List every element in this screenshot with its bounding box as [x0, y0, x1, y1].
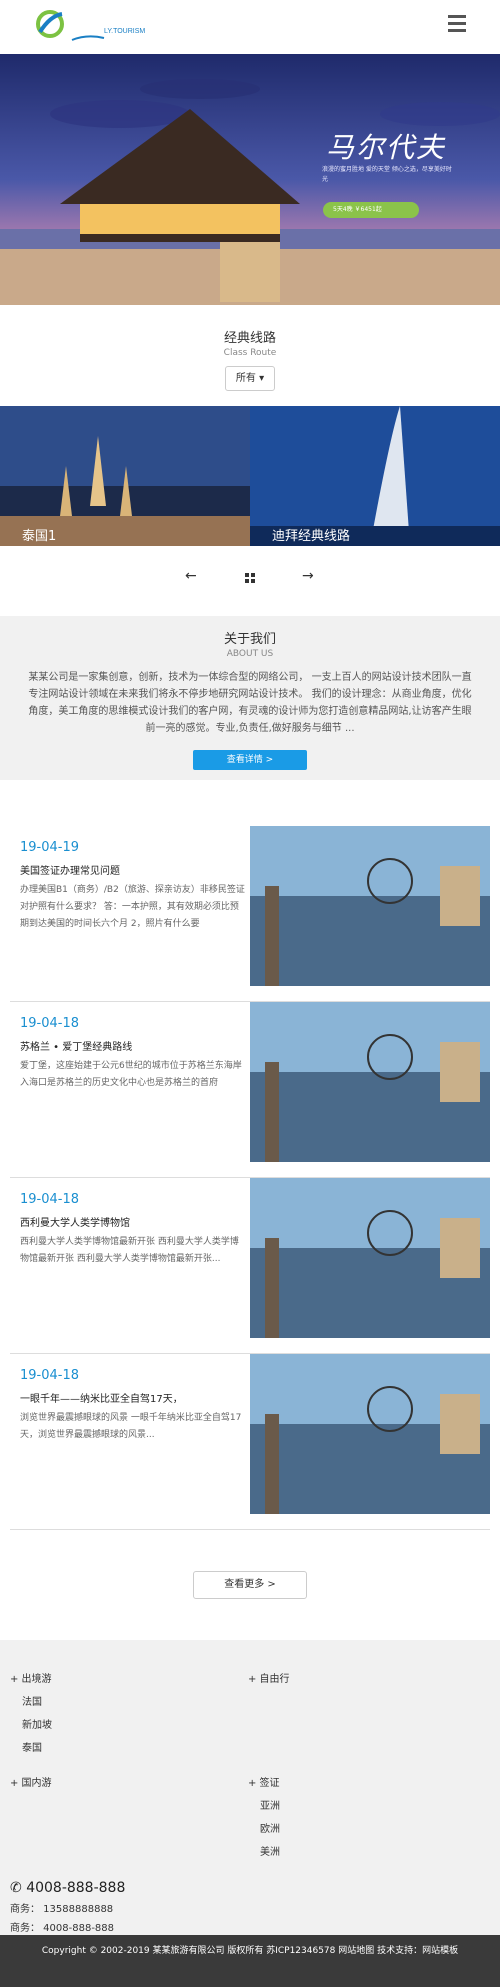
footer-head[interactable]: + 出境游: [10, 1670, 52, 1685]
site-header: LY.TOURISM: [0, 0, 500, 54]
news-desc: 浏览世界最震撼眼球的风景 一眼千年纳米比亚全自驾17天，浏览世界最震撼眼球的风景…: [20, 1413, 242, 1440]
grid-icon[interactable]: [245, 573, 255, 583]
news-item[interactable]: 19-04-19 美国签证办理常见问题 办理美国B1（商务）/B2（旅游、探亲访…: [10, 826, 490, 1002]
news-title[interactable]: 美国签证办理常见问题: [20, 862, 240, 877]
news-date: 19-04-18: [20, 1016, 80, 1031]
news-image[interactable]: [250, 1002, 490, 1162]
route-card-dubai[interactable]: 迪拜经典线路: [250, 406, 500, 546]
footer-link[interactable]: 法国: [10, 1693, 52, 1708]
footer-link[interactable]: 泰国: [10, 1739, 52, 1754]
about-text: 某某公司是一家集创意，创新，技术为一体综合型的网络公司， 一支上百人的网站设计技…: [28, 672, 472, 734]
tel-line: 商务： 4008-888-888: [10, 1923, 115, 1934]
mobile-line: 商务： 13588888888: [10, 1904, 114, 1915]
news-desc: 西利曼大学人类学博物馆最新开张 西利曼大学人类学博物馆最新开张 西利曼大学人类学…: [20, 1237, 239, 1264]
about-section: 关于我们 ABOUT US 某某公司是一家集创意，创新，技术为一体综合型的网络公…: [0, 616, 500, 780]
footer-col-visa: + 签证 亚洲 欧洲 美洲: [248, 1774, 280, 1866]
about-title: 关于我们: [223, 632, 276, 647]
footer-link[interactable]: 亚洲: [248, 1797, 280, 1812]
view-more-button[interactable]: 查看更多 >: [193, 1571, 307, 1599]
footer-col-outbound: + 出境游 法国 新加坡 泰国: [10, 1670, 52, 1762]
view-details-button[interactable]: 查看详情 >: [193, 750, 307, 770]
footer-link[interactable]: 美洲: [248, 1843, 280, 1858]
news-item[interactable]: 19-04-18 西利曼大学人类学博物馆 西利曼大学人类学博物馆最新开张 西利曼…: [10, 1178, 490, 1354]
footer-head[interactable]: + 签证: [248, 1774, 280, 1789]
footer-col-domestic: + 国内游: [10, 1774, 52, 1797]
footer-head[interactable]: + 自由行: [248, 1670, 290, 1685]
phone-number[interactable]: 4008-888-888: [26, 1880, 125, 1896]
logo-text: LY.TOURISM: [104, 28, 146, 35]
news-date: 19-04-18: [20, 1192, 80, 1207]
arrow-left-icon[interactable]: ←: [185, 568, 197, 584]
phone-icon: ✆: [10, 1880, 22, 1896]
news-image[interactable]: [250, 826, 490, 986]
hamburger-menu-icon[interactable]: [448, 15, 466, 35]
route-filter-dropdown[interactable]: 所有 ▾: [225, 366, 275, 391]
footer-head[interactable]: + 国内游: [10, 1774, 52, 1789]
news-desc: 办理美国B1（商务）/B2（旅游、探亲访友）非移民签证对护照有什么要求？ 答：一…: [20, 885, 245, 929]
logo[interactable]: LY.TOURISM: [32, 8, 145, 46]
news-image[interactable]: [250, 1354, 490, 1514]
about-subtitle: ABOUT US: [226, 649, 274, 659]
news-title[interactable]: 西利曼大学人类学博物馆: [20, 1214, 240, 1229]
route-card-label: 迪拜经典线路: [272, 529, 351, 544]
news-date: 19-04-19: [20, 840, 80, 855]
news-title[interactable]: 一眼千年——纳米比亚全自驾17天，: [20, 1390, 240, 1405]
footer-nav: + 出境游 法国 新加坡 泰国 + 自由行 + 国内游 + 签证 亚洲 欧洲 美…: [0, 1640, 500, 1935]
news-item[interactable]: 19-04-18 一眼千年——纳米比亚全自驾17天， 浏览世界最震撼眼球的风景 …: [10, 1354, 490, 1530]
footer-col-free: + 自由行: [248, 1670, 290, 1693]
route-title: 经典线路: [223, 331, 276, 346]
filter-label: 所有: [235, 373, 256, 384]
route-pager: ← →: [0, 568, 500, 588]
route-card-thailand[interactable]: 泰国1: [0, 406, 250, 546]
contact-info: ✆ 4008-888-888 商务： 13588888888 商务： 4008-…: [10, 1880, 125, 1934]
news-desc: 爱丁堡，这座始建于公元6世纪的城市位于苏格兰东海岸入海口是苏格兰的历史文化中心也…: [20, 1061, 242, 1088]
footer-link[interactable]: 新加坡: [10, 1716, 52, 1731]
copyright-bar: Copyright © 2002-2019 某某旅游有限公司 版权所有 苏ICP…: [0, 1935, 500, 1987]
caret-down-icon: ▾: [259, 373, 265, 384]
route-card-label: 泰国1: [22, 529, 57, 544]
hero-price-pill[interactable]: 5天4晚 ￥6451起: [323, 202, 419, 218]
hero-banner[interactable]: 马尔代夫 浪漫的蜜月胜地 爱的天堂 倾心之选，尽享美好时光 5天4晚 ￥6451…: [0, 54, 500, 305]
news-item[interactable]: 19-04-18 苏格兰 • 爱丁堡经典路线 爱丁堡，这座始建于公元6世纪的城市…: [10, 1002, 490, 1178]
news-title[interactable]: 苏格兰 • 爱丁堡经典路线: [20, 1038, 240, 1053]
route-section-header: 经典线路 Class Route: [0, 327, 500, 358]
footer-link[interactable]: 欧洲: [248, 1820, 280, 1835]
hero-title: 马尔代夫: [326, 131, 447, 164]
route-cards: 泰国1 迪拜经典线路: [0, 406, 500, 546]
route-subtitle: Class Route: [223, 348, 277, 358]
arrow-right-icon[interactable]: →: [302, 568, 314, 584]
news-date: 19-04-18: [20, 1368, 80, 1383]
hero-description: 浪漫的蜜月胜地 爱的天堂 倾心之选，尽享美好时光: [322, 166, 452, 183]
news-image[interactable]: [250, 1178, 490, 1338]
